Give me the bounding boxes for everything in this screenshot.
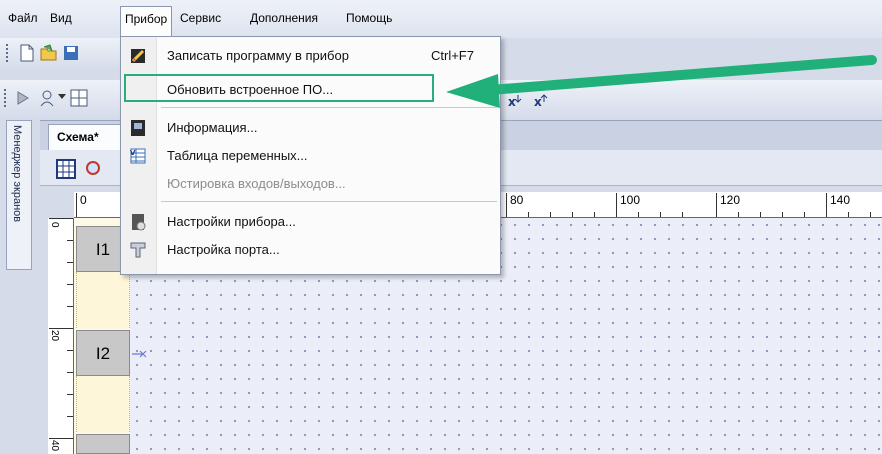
- pointer-arrow-icon: [446, 55, 877, 108]
